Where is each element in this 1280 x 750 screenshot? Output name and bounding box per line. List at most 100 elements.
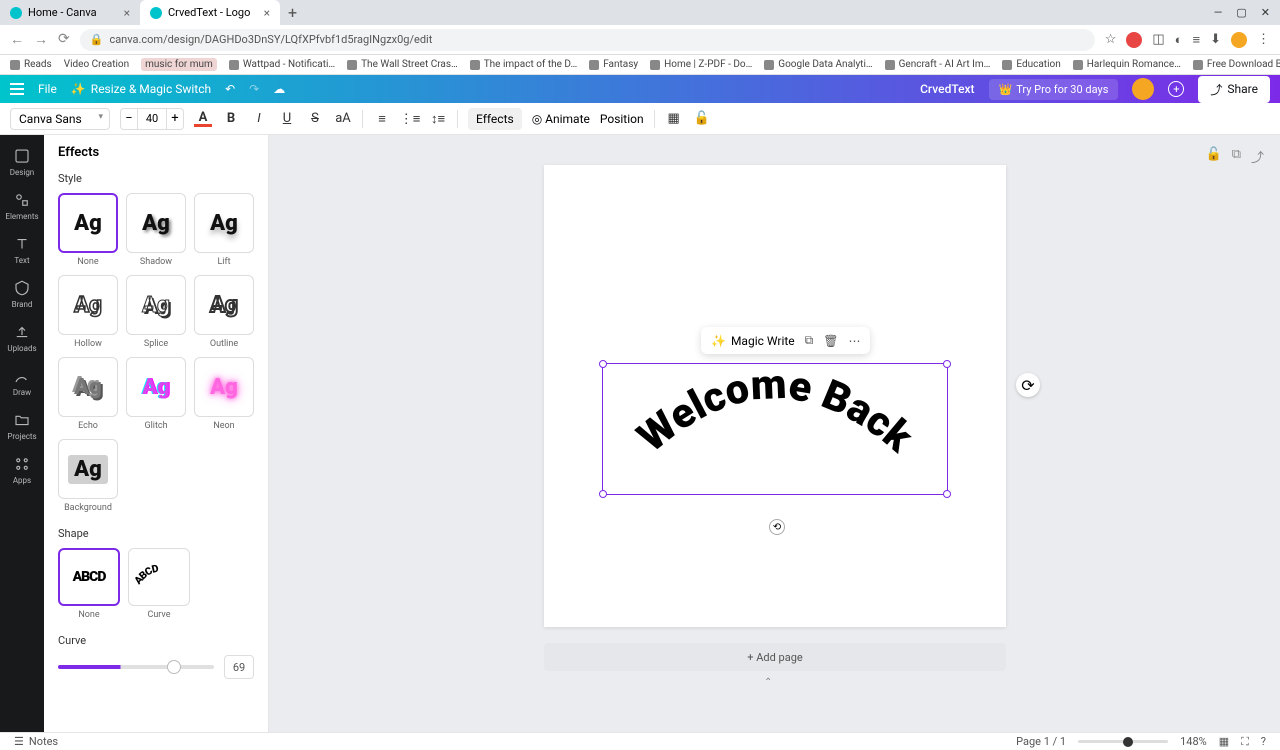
- italic-icon[interactable]: I: [250, 110, 268, 128]
- increase-fontsize-button[interactable]: +: [166, 108, 184, 130]
- profile-icon[interactable]: [1231, 32, 1247, 48]
- maximize-icon[interactable]: ▢: [1236, 6, 1246, 19]
- strikethrough-icon[interactable]: S: [306, 110, 324, 128]
- bookmark-item[interactable]: music for mum: [141, 58, 217, 71]
- star-icon[interactable]: ☆: [1105, 32, 1117, 47]
- magic-write-button[interactable]: ✨ Magic Write: [711, 334, 795, 348]
- nav-uploads[interactable]: Uploads: [0, 317, 44, 359]
- text-color-icon[interactable]: A: [194, 111, 212, 127]
- browser-tab-2[interactable]: CrvedText - Logo ×: [140, 0, 280, 25]
- delete-icon[interactable]: 🗑: [823, 334, 838, 348]
- rotate-handle[interactable]: ⟲: [769, 519, 785, 535]
- extension-icon[interactable]: ◐: [1175, 32, 1183, 48]
- menu-icon[interactable]: [10, 83, 24, 95]
- chevron-up-icon[interactable]: ⌃: [764, 677, 772, 688]
- close-tab-icon[interactable]: ×: [264, 6, 270, 20]
- grid-view-icon[interactable]: ▦: [1219, 735, 1229, 748]
- nav-elements[interactable]: Elements: [0, 185, 44, 227]
- notes-button[interactable]: ☰ Notes: [14, 735, 58, 748]
- case-icon[interactable]: aA: [334, 110, 352, 128]
- redo-icon[interactable]: ↷: [249, 82, 259, 96]
- back-icon[interactable]: ←: [10, 31, 24, 48]
- share-button[interactable]: ⤴ Share: [1198, 76, 1270, 103]
- bookmark-item[interactable]: The Wall Street Cras…: [347, 59, 458, 70]
- page-indicator[interactable]: Page 1 / 1: [1016, 735, 1066, 748]
- add-page-button[interactable]: + Add page: [544, 643, 1006, 671]
- position-button[interactable]: Position: [600, 112, 644, 126]
- reload-icon[interactable]: ⟳: [58, 31, 70, 48]
- style-hollow[interactable]: Ag: [58, 275, 118, 335]
- lock-icon[interactable]: 🔓: [693, 110, 711, 128]
- more-icon[interactable]: ⋯: [848, 334, 860, 348]
- style-glitch[interactable]: Ag: [126, 357, 186, 417]
- bookmark-item[interactable]: Reads: [10, 59, 52, 70]
- close-window-icon[interactable]: ✕: [1261, 6, 1270, 19]
- browser-tab-1[interactable]: Home - Canva ×: [0, 0, 140, 25]
- bookmark-item[interactable]: Google Data Analyti…: [764, 59, 872, 70]
- bookmark-item[interactable]: The impact of the D…: [470, 59, 577, 70]
- align-icon[interactable]: ≡: [373, 110, 391, 128]
- copy-icon[interactable]: ⧉: [805, 333, 814, 348]
- canvas-area[interactable]: 🔓 ⧉ ⤴ ✨ Magic Write ⧉ 🗑 ⋯ Welcome Back ⟳…: [269, 135, 1280, 732]
- help-icon[interactable]: ?: [1261, 735, 1266, 748]
- bookmark-item[interactable]: Education: [1002, 59, 1060, 70]
- curve-value[interactable]: 69: [224, 655, 254, 679]
- export-icon[interactable]: ⤴: [1251, 147, 1264, 166]
- refresh-handle[interactable]: ⟳: [1016, 373, 1040, 397]
- zoom-value[interactable]: 148%: [1180, 735, 1207, 748]
- font-select[interactable]: Canva Sans: [10, 108, 110, 130]
- fontsize-value[interactable]: 40: [138, 108, 166, 130]
- style-background[interactable]: Ag: [58, 439, 118, 499]
- bookmark-item[interactable]: Wattpad - Notificati…: [229, 59, 335, 70]
- style-echo[interactable]: Ag: [58, 357, 118, 417]
- document-name[interactable]: CrvedText: [920, 82, 974, 96]
- fullscreen-icon[interactable]: ⛶: [1241, 735, 1249, 749]
- file-menu[interactable]: File: [38, 82, 57, 96]
- duplicate-page-icon[interactable]: ⧉: [1232, 147, 1241, 166]
- style-splice[interactable]: Ag: [126, 275, 186, 335]
- nav-apps[interactable]: Apps: [0, 449, 44, 491]
- underline-icon[interactable]: U: [278, 110, 296, 128]
- new-tab-button[interactable]: +: [280, 3, 305, 22]
- effects-button[interactable]: Effects: [468, 108, 522, 130]
- curve-slider[interactable]: [58, 665, 214, 669]
- add-collaborator-button[interactable]: +: [1168, 81, 1184, 97]
- nav-text[interactable]: Text: [0, 229, 44, 271]
- spacing-icon[interactable]: ↕≡: [429, 110, 447, 128]
- minimize-icon[interactable]: —: [1214, 6, 1223, 19]
- text-selection-box[interactable]: Welcome Back: [602, 363, 948, 495]
- nav-design[interactable]: Design: [0, 141, 44, 183]
- forward-icon[interactable]: →: [34, 31, 48, 48]
- url-input[interactable]: 🔒 canva.com/design/DAGHDo3DnSY/LQfXPfvbf…: [80, 29, 1095, 51]
- avatar[interactable]: [1132, 78, 1154, 100]
- style-outline[interactable]: Ag: [194, 275, 254, 335]
- try-pro-button[interactable]: 👑 Try Pro for 30 days: [989, 79, 1119, 100]
- shape-curve[interactable]: ABCD: [128, 548, 190, 606]
- nav-brand[interactable]: Brand: [0, 273, 44, 315]
- bookmark-item[interactable]: Video Creation: [64, 59, 129, 70]
- transparency-icon[interactable]: ▦: [665, 110, 683, 128]
- nav-projects[interactable]: Projects: [0, 405, 44, 447]
- style-none[interactable]: Ag: [58, 193, 118, 253]
- bookmark-item[interactable]: Fantasy: [589, 59, 638, 70]
- style-neon[interactable]: Ag: [194, 357, 254, 417]
- extension-icon[interactable]: [1126, 32, 1142, 48]
- curved-text[interactable]: Welcome Back: [603, 364, 947, 494]
- decrease-fontsize-button[interactable]: −: [120, 108, 138, 130]
- bold-icon[interactable]: B: [222, 110, 240, 128]
- style-shadow[interactable]: Ag: [126, 193, 186, 253]
- extension-icon[interactable]: ◫: [1152, 32, 1164, 47]
- lock-icon[interactable]: 🔓: [1206, 147, 1222, 166]
- undo-icon[interactable]: ↶: [225, 82, 235, 96]
- animate-button[interactable]: ◎ Animate: [532, 112, 590, 126]
- close-tab-icon[interactable]: ×: [124, 6, 130, 20]
- shape-none[interactable]: ABCD: [58, 548, 120, 606]
- list-icon[interactable]: ⋮≡: [401, 110, 419, 128]
- download-icon[interactable]: ⬇: [1210, 32, 1221, 47]
- bookmark-item[interactable]: Free Download Books: [1193, 59, 1280, 70]
- extensions-icon[interactable]: ≡: [1193, 32, 1201, 48]
- nav-draw[interactable]: Draw: [0, 361, 44, 403]
- bookmark-item[interactable]: Home | Z-PDF - Do…: [650, 59, 752, 70]
- style-lift[interactable]: Ag: [194, 193, 254, 253]
- resize-button[interactable]: ✨ Resize & Magic Switch: [71, 82, 211, 96]
